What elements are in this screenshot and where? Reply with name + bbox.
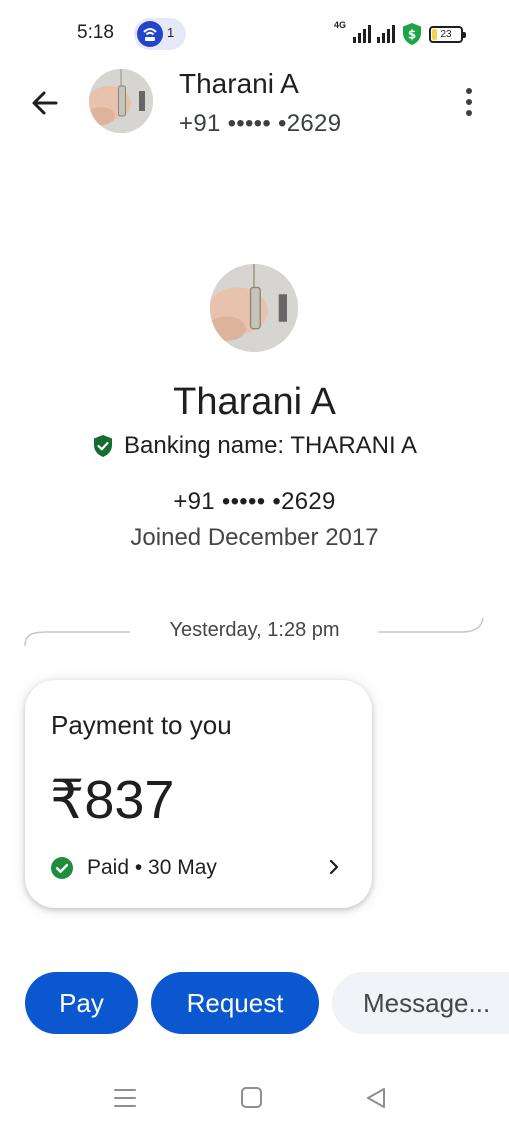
banking-name: Banking name: THARANI A [123, 432, 418, 459]
message-input[interactable]: Message... [332, 972, 509, 1034]
banking-name-row: Banking name: THARANI A [0, 432, 509, 460]
back-button[interactable] [24, 82, 66, 124]
check-circle-icon [51, 857, 73, 879]
recent-apps-icon[interactable] [111, 1084, 139, 1112]
payment-status: Paid • 30 May [51, 856, 217, 880]
joined-date: Joined December 2017 [130, 524, 379, 551]
battery-percent: 23 [440, 28, 452, 40]
status-icons: 4G $ 23 [333, 20, 466, 48]
profile-name: Tharani A [173, 381, 336, 423]
system-nav-bar [0, 1064, 509, 1131]
hotspot-count: 1 [167, 25, 175, 40]
payment-status-text: Paid • 30 May [87, 856, 217, 879]
date-divider-text: Yesterday, 1:28 pm [169, 619, 340, 641]
status-bar: 5:18 1 4G $ 23 [0, 0, 509, 64]
hotspot-indicator[interactable]: 1 [134, 18, 186, 50]
signal-icon-sim2 [377, 25, 395, 43]
arrow-back-icon [32, 91, 58, 115]
pay-button[interactable]: Pay [25, 972, 138, 1034]
payment-amount: ₹837 [50, 770, 175, 830]
contact-header: Tharani A +91 ••••• •2629 [0, 64, 509, 144]
more-dot-icon [466, 88, 472, 94]
verified-shield-icon [93, 435, 112, 457]
avatar-photo [89, 69, 153, 133]
more-dot-icon [466, 110, 472, 116]
contact-avatar[interactable] [89, 69, 153, 133]
network-type: 4G [333, 20, 346, 30]
home-square-icon[interactable] [238, 1084, 266, 1112]
avatar-photo [210, 264, 298, 352]
payment-card[interactable]: Payment to you ₹837 Paid • 30 May [25, 680, 372, 908]
signal-icon-sim1 [353, 25, 371, 43]
request-button[interactable]: Request [151, 972, 319, 1034]
more-options-button[interactable] [451, 82, 487, 122]
header-contact-name: Tharani A [179, 68, 299, 99]
more-dot-icon [466, 99, 472, 105]
security-shield-icon: $ [403, 23, 421, 45]
header-contact-phone: +91 ••••• •2629 [179, 110, 342, 137]
profile-phone: +91 ••••• •2629 [173, 488, 336, 515]
status-time: 5:18 [77, 22, 114, 43]
profile-avatar[interactable] [210, 264, 298, 352]
chevron-right-icon [329, 859, 339, 875]
battery-icon: 23 [429, 25, 466, 43]
back-triangle-icon[interactable] [363, 1084, 391, 1112]
hotspot-icon [137, 21, 163, 47]
svg-text:$: $ [408, 28, 416, 42]
payment-card-title: Payment to you [51, 710, 232, 740]
